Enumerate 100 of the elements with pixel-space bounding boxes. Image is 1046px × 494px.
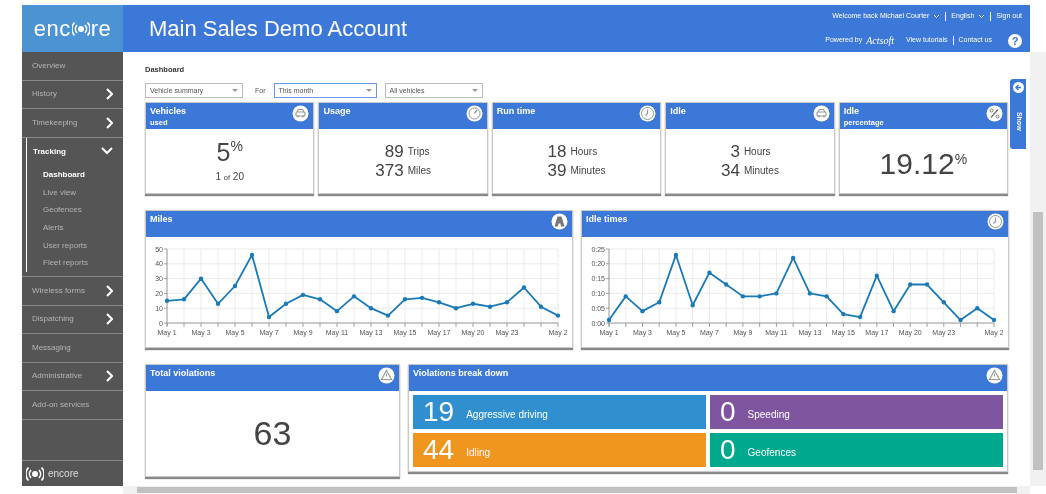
data-point (419, 295, 425, 301)
chevron-right-icon (105, 88, 113, 101)
stat-value: 39 (547, 161, 567, 181)
data-point (198, 276, 204, 282)
data-point (317, 297, 323, 302)
data-point (841, 312, 846, 317)
submenu-item[interactable]: User reports (27, 236, 123, 255)
sidebar-item[interactable]: Administrative (22, 362, 123, 392)
sidebar-item[interactable]: Timekeeping (22, 109, 123, 138)
data-point (690, 303, 695, 308)
stat-unit: Hours (569, 145, 599, 160)
data-point (504, 300, 510, 305)
caret-icon (933, 13, 941, 20)
stat-value: 34 (720, 161, 740, 181)
stat-value: 89 (383, 142, 404, 162)
car-icon (812, 105, 830, 123)
chevron-right-icon (105, 370, 113, 383)
data-point (300, 292, 306, 298)
warning-icon (986, 367, 1003, 385)
stat-value: 373 (375, 161, 404, 181)
submenu-item[interactable]: Live view (27, 183, 123, 202)
card-title: Idle times (586, 213, 628, 227)
chevron-right-icon (105, 116, 113, 129)
signal-icon (26, 464, 44, 483)
data-point (757, 294, 762, 299)
stat-value: 5$^{%}$ (216, 138, 243, 165)
data-point (521, 285, 527, 290)
violations-count: 63 (253, 413, 292, 455)
caret-icon (232, 89, 238, 93)
card-title: Idle (843, 105, 861, 119)
chevron-right-icon (105, 284, 113, 297)
chevron-right-icon (105, 313, 113, 326)
data-point (790, 255, 796, 261)
card-title: Vehicles (150, 105, 187, 119)
sidebar-item[interactable]: History (22, 80, 123, 109)
page-title: Main Sales Demo Account (148, 15, 409, 43)
data-point (402, 297, 408, 302)
warning-icon (378, 367, 395, 385)
sidebar-item[interactable]: Dispatching (22, 305, 123, 335)
data-point (941, 300, 946, 305)
data-point (453, 306, 459, 311)
stat-value: 19.12$^{%}$ (879, 147, 968, 182)
violation-count: 0 (720, 395, 736, 430)
sidebar-item[interactable]: Overview (22, 52, 123, 81)
card-title: Idle (670, 105, 686, 119)
sidebar-item[interactable]: Tracking (27, 137, 123, 166)
help-button[interactable]: ? (1008, 33, 1022, 48)
data-point (723, 282, 729, 287)
data-point (283, 301, 289, 307)
data-point (657, 300, 662, 305)
gauge-icon (465, 105, 483, 123)
stat-unit: Hours (742, 145, 772, 160)
submenu-item[interactable]: Dashboard (27, 166, 123, 184)
arrow-left-icon (1012, 82, 1024, 93)
data-point (824, 294, 829, 299)
submenu-item[interactable]: Fleet reports (27, 254, 123, 273)
card-title: Miles (150, 213, 173, 227)
stat-value: 18 (547, 142, 567, 162)
brand-logo: enc re (22, 5, 123, 52)
data-point (232, 284, 238, 289)
clock-icon (987, 213, 1004, 231)
data-point (857, 315, 863, 320)
stat-unit: Minutes (569, 164, 606, 179)
data-point (975, 306, 980, 311)
card-title: Total violations (150, 367, 216, 381)
sidebar-item[interactable]: Wireless forms (22, 277, 123, 306)
data-point (707, 270, 712, 276)
stat-value: 3 (729, 142, 740, 162)
data-point (368, 306, 374, 311)
data-point (958, 318, 963, 323)
data-point (740, 294, 746, 299)
data-point (555, 313, 561, 319)
violation-label: Aggressive driving (465, 408, 548, 423)
data-point (470, 301, 476, 307)
data-point (874, 273, 880, 279)
card-title: Violations break down (413, 367, 509, 381)
violation-label: Geofences (746, 446, 796, 461)
sidebar-item[interactable]: Messaging (22, 334, 123, 363)
card-title: Run time (496, 105, 536, 119)
data-point (181, 297, 187, 302)
data-point (673, 252, 679, 258)
horizontal-scrollbar[interactable] (123, 486, 1030, 494)
data-point (807, 291, 813, 296)
data-point (487, 304, 493, 310)
violation-label: Idling (465, 446, 491, 461)
submenu-item[interactable]: Alerts (27, 219, 123, 237)
data-point (891, 309, 896, 314)
submenu-item[interactable]: Geofences (27, 201, 123, 220)
sidebar-item[interactable]: Add-on services (22, 391, 123, 420)
vertical-scrollbar[interactable] (1030, 52, 1046, 486)
stat-unit: Minutes (742, 164, 779, 179)
caret-icon (365, 89, 372, 93)
data-point (436, 300, 442, 305)
data-point (249, 252, 255, 258)
violation-count: 19 (423, 395, 455, 430)
data-point (774, 291, 779, 296)
data-point (164, 298, 170, 304)
caret-icon (978, 13, 986, 20)
violation-count: 44 (423, 433, 455, 468)
data-point (215, 301, 221, 307)
